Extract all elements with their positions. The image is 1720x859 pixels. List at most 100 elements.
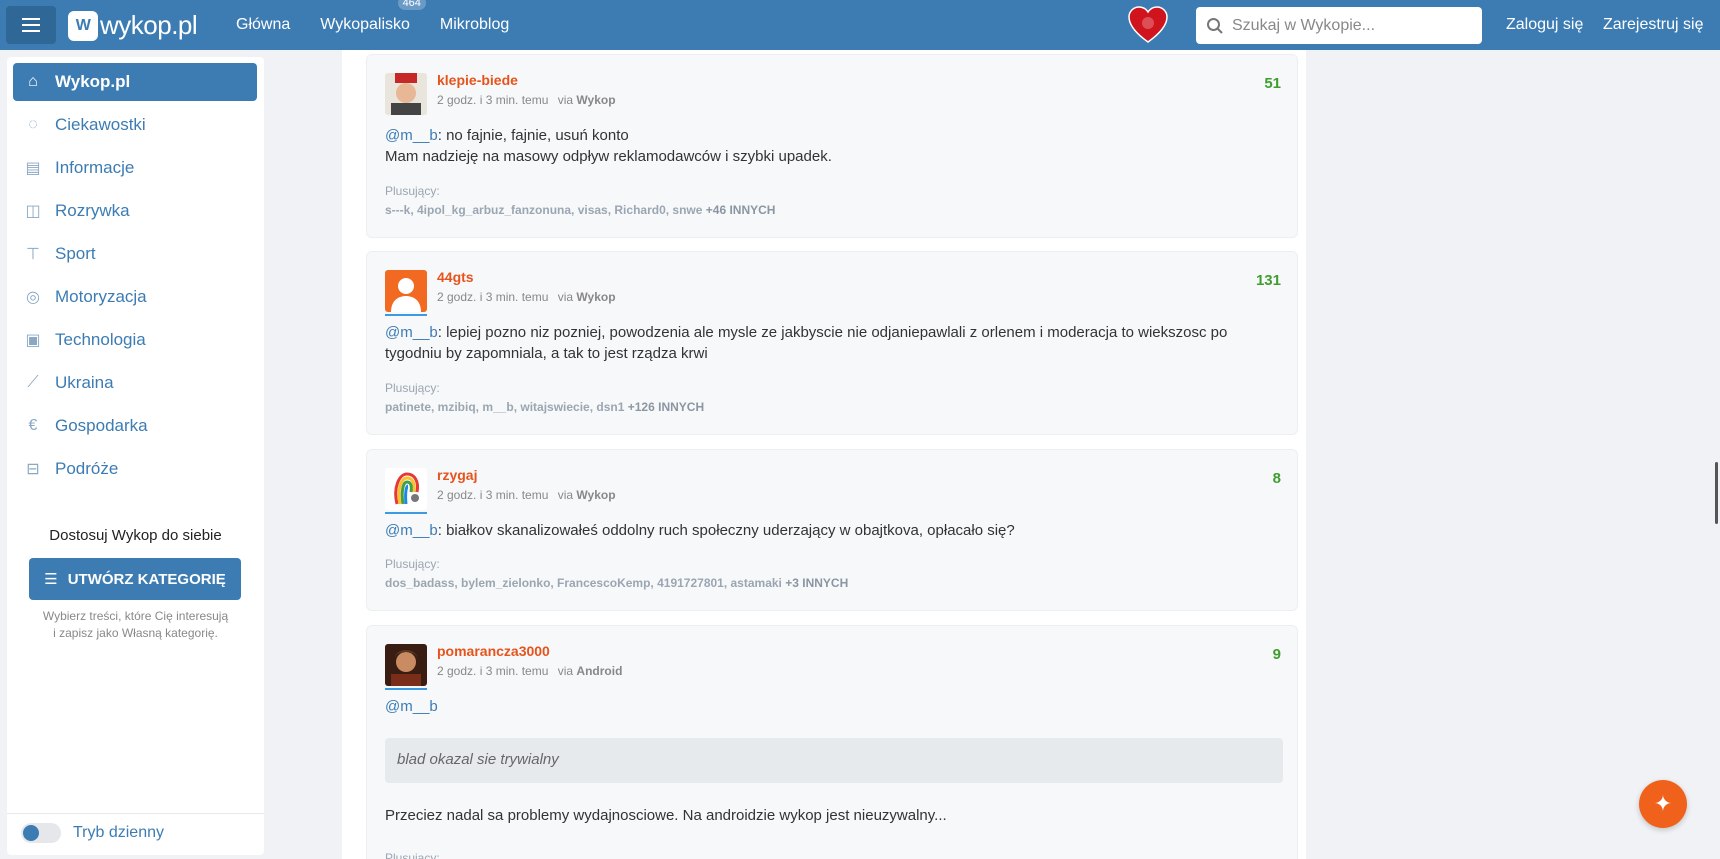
voters-names: s---k, 4ipol_kg_arbuz_fanzonuna, visas, … bbox=[385, 203, 703, 217]
comment-author[interactable]: 44gts bbox=[437, 269, 474, 285]
sidebar-item-ciekawostki[interactable]: ◌ Ciekawostki bbox=[13, 106, 257, 144]
comment-text: : białkov skanalizowałeś oddolny ruch sp… bbox=[437, 522, 1015, 539]
news-icon: ▤ bbox=[25, 160, 41, 177]
avatar-underline bbox=[385, 512, 427, 514]
register-link[interactable]: Zarejestruj się bbox=[1603, 16, 1703, 34]
wykopalisko-count-badge: 464 bbox=[397, 0, 426, 10]
sidebar-item-ukraina[interactable]: ⟋ Ukraina bbox=[13, 364, 257, 402]
top-bar: W wykop.pl Główna Wykopalisko 464 Mikrobl… bbox=[0, 0, 1720, 50]
voters-list[interactable]: patinete, mzibiq, m__b, witajswiecie, ds… bbox=[385, 400, 704, 414]
comment-via: via Wykop bbox=[558, 290, 616, 304]
voters-list[interactable]: dos_badass, bylem_zielonko, FrancescoKem… bbox=[385, 576, 848, 590]
sidebar-item-rozrywka[interactable]: ◫ Rozrywka bbox=[13, 192, 257, 230]
via-prefix: via bbox=[557, 93, 574, 107]
menu-button[interactable] bbox=[6, 6, 56, 44]
sidebar-item-label: Technologia bbox=[55, 330, 146, 349]
voters-more[interactable]: +3 INNYCH bbox=[785, 576, 848, 590]
day-mode-label: Tryb dzienny bbox=[73, 824, 164, 841]
sidebar-item-gospodarka[interactable]: € Gospodarka bbox=[13, 407, 257, 445]
comment: rzygaj 2 godz. i 3 min. temu via Wykop 8… bbox=[366, 449, 1298, 611]
comment-text: : lepiej pozno niz pozniej, powodzenia a… bbox=[437, 324, 1228, 341]
create-category-button[interactable]: ☰ UTWÓRZ KATEGORIĘ bbox=[29, 558, 241, 600]
sidebar-item-podroze[interactable]: ⊟ Podróże bbox=[13, 450, 257, 488]
vote-score[interactable]: 131 bbox=[1256, 272, 1281, 289]
comment-text: Mam nadzieję na masowy odpływ reklamodaw… bbox=[385, 148, 832, 165]
ai-sparkle-button[interactable]: ✦ bbox=[1639, 780, 1687, 828]
suitcase-icon: ⊟ bbox=[26, 461, 40, 478]
comment-via: via Wykop bbox=[558, 93, 616, 107]
scrollbar-thumb[interactable] bbox=[1715, 462, 1718, 524]
comment-time: 2 godz. i 3 min. temu bbox=[437, 93, 549, 107]
customize-description: Wybierz treści, które Cię interesują i z… bbox=[7, 608, 264, 642]
search-input[interactable] bbox=[1232, 16, 1472, 35]
comment-body: @m__b bbox=[385, 696, 1285, 717]
logo[interactable]: W wykop.pl bbox=[68, 10, 198, 41]
comment-author[interactable]: rzygaj bbox=[437, 467, 477, 483]
wosp-heart-icon[interactable] bbox=[1128, 6, 1168, 44]
nav-wykopalisko[interactable]: Wykopalisko 464 bbox=[320, 0, 426, 34]
comment-body: @m__b: no fajnie, fajnie, usuń konto Mam… bbox=[385, 125, 1285, 167]
sidebar-item-informacje[interactable]: ▤ Informacje bbox=[13, 149, 257, 187]
login-link[interactable]: Zaloguj się bbox=[1506, 16, 1583, 34]
vote-score[interactable]: 8 bbox=[1273, 470, 1281, 487]
vote-score[interactable]: 9 bbox=[1273, 646, 1281, 663]
add-category-icon: ☰ bbox=[44, 571, 58, 588]
voters-more[interactable]: +46 INNYCH bbox=[706, 203, 776, 217]
comment-via: via Wykop bbox=[558, 488, 616, 502]
comment-author[interactable]: pomarancza3000 bbox=[437, 643, 550, 659]
user-mention[interactable]: @m__b bbox=[385, 324, 438, 341]
avatar-underline bbox=[385, 688, 427, 690]
vote-score[interactable]: 51 bbox=[1264, 75, 1281, 92]
sidebar-item-sport[interactable]: ⊤ Sport bbox=[13, 235, 257, 273]
via-prefix: via bbox=[557, 290, 574, 304]
avatar[interactable] bbox=[385, 73, 427, 115]
comment-meta: 2 godz. i 3 min. temu via Wykop bbox=[437, 290, 616, 304]
nav-mikroblog[interactable]: Mikroblog bbox=[440, 16, 509, 34]
comment-time: 2 godz. i 3 min. temu bbox=[437, 290, 549, 304]
customize-desc-line-2: i zapisz jako Własną kategorię. bbox=[53, 626, 218, 640]
day-mode-toggle[interactable]: Tryb dzienny bbox=[21, 823, 164, 843]
voters-names: patinete, mzibiq, m__b, witajswiecie, ds… bbox=[385, 400, 625, 414]
chip-icon: ▣ bbox=[25, 332, 41, 349]
steering-wheel-icon: ◎ bbox=[26, 289, 40, 306]
search-box[interactable] bbox=[1196, 7, 1482, 44]
via-prefix: via bbox=[557, 664, 574, 678]
wykop-logo-icon: W bbox=[68, 10, 98, 41]
comment-author[interactable]: klepie-biede bbox=[437, 72, 518, 88]
avatar[interactable] bbox=[385, 270, 427, 312]
voters-more[interactable]: +126 INNYCH bbox=[628, 400, 704, 414]
sidebar-item-motoryzacja[interactable]: ◎ Motoryzacja bbox=[13, 278, 257, 316]
toggle-switch[interactable] bbox=[21, 823, 61, 843]
sidebar-item-wykop[interactable]: ⌂ Wykop.pl bbox=[13, 63, 257, 101]
sidebar-item-label: Motoryzacja bbox=[55, 287, 147, 306]
avatar[interactable] bbox=[385, 468, 427, 510]
search-icon bbox=[1207, 17, 1223, 34]
user-mention[interactable]: @m__b bbox=[385, 698, 438, 715]
nav-glowna[interactable]: Główna bbox=[236, 16, 290, 34]
avatar[interactable] bbox=[385, 644, 427, 686]
sidebar-item-label: Wykop.pl bbox=[55, 72, 131, 91]
comment-text: tygodniu by zapomniala, a tak to jest rz… bbox=[385, 345, 708, 362]
sparkle-icon: ✦ bbox=[1653, 791, 1673, 816]
voters-label: Plusujący: bbox=[385, 184, 440, 198]
avatar-underline bbox=[385, 314, 427, 316]
sidebar-item-label: Sport bbox=[55, 244, 96, 263]
via-prefix: via bbox=[557, 488, 574, 502]
main-nav: Główna Wykopalisko 464 Mikroblog bbox=[236, 0, 539, 50]
sidebar-divider bbox=[7, 813, 264, 814]
nav-wykopalisko-label: Wykopalisko bbox=[320, 16, 410, 33]
user-mention[interactable]: @m__b bbox=[385, 127, 438, 144]
logo-text: wykop.pl bbox=[100, 10, 198, 40]
via-source: Wykop bbox=[576, 93, 616, 107]
sidebar-item-technologia[interactable]: ▣ Technologia bbox=[13, 321, 257, 359]
voters-list[interactable]: s---k, 4ipol_kg_arbuz_fanzonuna, visas, … bbox=[385, 203, 775, 217]
user-mention[interactable]: @m__b bbox=[385, 522, 438, 539]
comment-time: 2 godz. i 3 min. temu bbox=[437, 488, 549, 502]
voters-label: Plusujący: bbox=[385, 557, 440, 571]
page-scrollbar[interactable] bbox=[1712, 50, 1720, 859]
comment-meta: 2 godz. i 3 min. temu via Wykop bbox=[437, 93, 616, 107]
euro-icon: € bbox=[28, 417, 38, 434]
comment-body: @m__b: lepiej pozno niz pozniej, powodze… bbox=[385, 322, 1285, 364]
voters-names: dos_badass, bylem_zielonko, FrancescoKem… bbox=[385, 576, 782, 590]
sidebar-item-label: Gospodarka bbox=[55, 416, 148, 435]
